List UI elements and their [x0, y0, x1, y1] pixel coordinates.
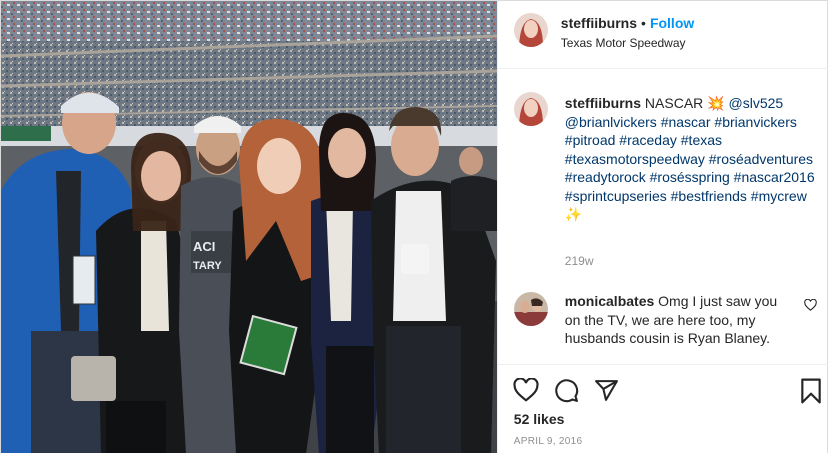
mention-link[interactable]: @slv525 — [729, 95, 784, 111]
svg-text:TARY: TARY — [193, 260, 222, 272]
sparkle-emoji: ✨ — [564, 206, 583, 222]
caption-prefix: NASCAR — [644, 95, 704, 111]
comment-like-heart-icon[interactable] — [804, 298, 817, 316]
commenter-avatar[interactable] — [513, 292, 548, 326]
svg-text:ACI: ACI — [193, 239, 215, 254]
hashtag-link[interactable]: #readytorock — [565, 169, 646, 185]
caption-timestamp[interactable]: 219w — [565, 254, 594, 268]
group-photo-image: ACI TARY — [1, 1, 497, 453]
caption-avatar[interactable] — [513, 92, 548, 126]
bookmark-icon[interactable] — [800, 378, 822, 409]
share-icon[interactable] — [594, 378, 619, 408]
hashtag-link[interactable]: #nascar — [661, 114, 711, 130]
hashtag-link[interactable]: #texas — [681, 132, 722, 148]
caption-emoji: 💥 — [707, 95, 725, 111]
hashtag-link[interactable]: #bestfriends — [671, 188, 747, 204]
hashtag-link[interactable]: #brianvickers — [714, 114, 796, 130]
hashtag-link[interactable]: #pitroad — [565, 132, 616, 148]
separator-dot: • — [641, 15, 646, 31]
hashtag-link[interactable]: #roséadventures — [709, 151, 813, 167]
commenter-username[interactable]: monicalbates — [565, 293, 654, 309]
hashtag-link[interactable]: #sprintcupseries — [565, 188, 667, 204]
caption-text: steffiiburns NASCAR 💥 @slv525 @brianlvic… — [565, 94, 821, 224]
comment-icon[interactable] — [554, 378, 579, 408]
author-avatar[interactable] — [513, 13, 548, 47]
comments-area[interactable]: steffiiburns NASCAR 💥 @slv525 @brianlvic… — [498, 70, 828, 355]
post-header: steffiiburns • Follow Texas Motor Speedway — [497, 1, 828, 69]
action-bar: 52 likes APRIL 9, 2016 — [497, 364, 828, 453]
post-photo[interactable]: ACI TARY — [1, 1, 497, 453]
post-side-panel: steffiiburns • Follow Texas Motor Speedway… — [496, 1, 828, 453]
header-meta: steffiiburns • Follow Texas Motor Speedway — [561, 15, 694, 50]
like-heart-icon[interactable] — [513, 377, 539, 407]
hashtag-link[interactable]: #mycrew — [751, 188, 807, 204]
mention-link[interactable]: @brianlvickers — [565, 114, 657, 130]
hashtag-link[interactable]: #texasmotorspeedway — [565, 151, 705, 167]
hashtag-link[interactable]: #nascar2016 — [734, 169, 815, 185]
comment-text: monicalbates Omg I just saw you on the T… — [565, 292, 795, 348]
post-date[interactable]: APRIL 9, 2016 — [514, 436, 583, 447]
instagram-post: ACI TARY steffiiburns • Follow Texas Mot… — [0, 0, 828, 453]
caption-username[interactable]: steffiiburns — [565, 95, 641, 111]
author-username[interactable]: steffiiburns — [561, 15, 637, 31]
hashtag-link[interactable]: #raceday — [619, 132, 677, 148]
follow-button[interactable]: Follow — [650, 15, 694, 31]
hashtag-link[interactable]: #rosésspring — [650, 169, 730, 185]
likes-count[interactable]: 52 likes — [514, 411, 565, 427]
post-location[interactable]: Texas Motor Speedway — [561, 36, 694, 50]
